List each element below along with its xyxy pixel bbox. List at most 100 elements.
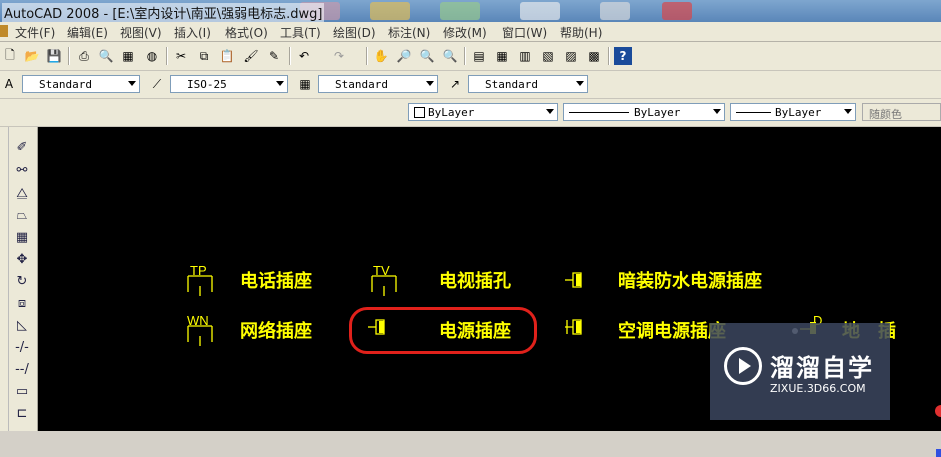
3d-dwf-icon[interactable]: ◍ — [143, 47, 161, 65]
mleader-style-icon[interactable]: ↗ — [446, 75, 464, 93]
properties-icon[interactable]: ▤ — [470, 47, 488, 65]
tv-symbol-text: TV — [373, 263, 390, 278]
window-title: AutoCAD 2008 - [E:\室内设计\南亚\强弱电标志.dwg] — [2, 3, 325, 22]
separator — [608, 47, 610, 65]
move-icon[interactable]: ✥ — [12, 249, 32, 269]
array-icon[interactable]: ▦ — [12, 227, 32, 247]
copy-object-icon[interactable]: ⚯ — [12, 160, 32, 180]
mirror-icon[interactable]: ⧋ — [12, 183, 32, 203]
menu-format[interactable]: 格式(O) — [225, 24, 268, 41]
plotstyle-select[interactable]: 随颜色 — [862, 103, 941, 121]
watermark-title: 溜溜自学 — [770, 354, 874, 382]
app-icon[interactable] — [0, 25, 8, 37]
rotate-icon[interactable]: ↻ — [12, 271, 32, 291]
taskbar-blob — [662, 2, 692, 20]
mleader-style-value: Standard — [485, 78, 538, 91]
zoom-realtime-icon[interactable]: 🔎 — [395, 47, 413, 65]
calculator-icon[interactable]: ▩ — [585, 47, 603, 65]
dim-style-value: ISO-25 — [187, 78, 227, 91]
plot-preview-icon[interactable]: 🔍 — [97, 47, 115, 65]
sheet-set-icon[interactable]: ▧ — [539, 47, 557, 65]
offset-icon[interactable]: ⏢ — [12, 205, 32, 225]
scale-icon[interactable]: ⧈ — [12, 293, 32, 313]
label-tv-outlet: 电视插孔 — [439, 271, 511, 292]
phone-symbol-text: TP — [190, 263, 207, 278]
join-icon[interactable]: ⊏ — [12, 403, 32, 423]
table-style-icon[interactable]: ▦ — [296, 75, 314, 93]
text-style-select[interactable]: Standard — [22, 75, 140, 93]
zoom-window-icon[interactable]: 🔍 — [418, 47, 436, 65]
copy-icon[interactable]: ⧉ — [195, 47, 213, 65]
help-icon[interactable]: ? — [614, 47, 632, 65]
watermark: 溜溜自学 ZIXUE.3D66.COM — [710, 323, 890, 420]
chevron-down-icon — [128, 81, 136, 86]
tool-palettes-icon[interactable]: ▥ — [516, 47, 534, 65]
menu-draw[interactable]: 绘图(D) — [333, 24, 376, 41]
tv-outlet-symbol: TV — [371, 263, 397, 296]
waterproof-outlet-symbol — [565, 272, 582, 288]
erase-icon[interactable]: ✐ — [12, 137, 32, 157]
chevron-down-icon — [276, 81, 284, 86]
network-symbol-text: WN — [187, 313, 209, 328]
undo-icon[interactable]: ↶ — [295, 47, 313, 65]
lineweight-select[interactable]: ByLayer — [730, 103, 856, 121]
markup-icon[interactable]: ▨ — [562, 47, 580, 65]
menu-file[interactable]: 文件(F) — [15, 24, 55, 41]
color-value: ByLayer — [428, 106, 475, 119]
linetype-value: ByLayer — [634, 106, 681, 119]
menu-edit[interactable]: 编辑(E) — [67, 24, 108, 41]
text-style-value: Standard — [39, 78, 92, 91]
text-style-icon[interactable]: A — [0, 75, 18, 93]
zoom-previous-icon[interactable]: 🔍 — [441, 47, 459, 65]
standard-toolbar: 🗋 📂 💾 ⎙ 🔍 ▦ ◍ ✂ ⧉ 📋 🖌 ✎ ↶ ↷ ✋ 🔎 🔍 🔍 ▤ ▦ … — [0, 42, 941, 71]
separator — [366, 47, 368, 65]
break-icon[interactable]: ▭ — [12, 381, 32, 401]
pan-icon[interactable]: ✋ — [372, 47, 390, 65]
power-outlet-symbol — [368, 319, 385, 335]
cut-icon[interactable]: ✂ — [172, 47, 190, 65]
publish-icon[interactable]: ▦ — [119, 47, 137, 65]
taskbar-blob — [440, 2, 480, 20]
offscreen-red-object — [935, 405, 941, 417]
draw-toolbar-edge — [0, 127, 9, 431]
dim-style-icon[interactable]: ⟋ — [148, 75, 166, 93]
stretch-icon[interactable]: ◺ — [12, 315, 32, 335]
play-icon — [724, 347, 762, 385]
ac-outlet-symbol — [565, 319, 582, 335]
label-power-outlet: 电源插座 — [439, 321, 511, 342]
save-icon[interactable]: 💾 — [45, 47, 63, 65]
menu-tools[interactable]: 工具(T) — [280, 24, 321, 41]
separator — [68, 47, 70, 65]
dim-style-select[interactable]: ISO-25 — [170, 75, 288, 93]
menu-view[interactable]: 视图(V) — [120, 24, 162, 41]
mleader-style-select[interactable]: Standard — [468, 75, 588, 93]
block-editor-icon[interactable]: ✎ — [265, 47, 283, 65]
modify-toolbar: ✐ ⚯ ⧋ ⏢ ▦ ✥ ↻ ⧈ ◺ -/- --/ ▭ ⊏ — [0, 127, 38, 431]
separator — [166, 47, 168, 65]
chevron-down-icon — [426, 81, 434, 86]
chevron-down-icon — [576, 81, 584, 86]
match-properties-icon[interactable]: 🖌 — [242, 47, 260, 65]
print-icon[interactable]: ⎙ — [75, 47, 93, 65]
design-center-icon[interactable]: ▦ — [493, 47, 511, 65]
color-select[interactable]: ByLayer — [408, 103, 558, 121]
menu-insert[interactable]: 插入(I) — [174, 24, 211, 41]
paste-icon[interactable]: 📋 — [218, 47, 236, 65]
linetype-select[interactable]: ByLayer — [563, 103, 725, 121]
new-icon[interactable]: 🗋 — [1, 47, 19, 65]
network-outlet-symbol: WN — [187, 313, 213, 346]
menu-modify[interactable]: 修改(M) — [443, 24, 487, 41]
menu-window[interactable]: 窗口(W) — [502, 24, 547, 41]
redo-icon[interactable]: ↷ — [330, 47, 348, 65]
label-phone-outlet: 电话插座 — [240, 271, 312, 292]
lineweight-value: ByLayer — [775, 106, 822, 119]
menu-bar: 文件(F) 编辑(E) 视图(V) 插入(I) 格式(O) 工具(T) 绘图(D… — [0, 22, 941, 42]
menu-dimension[interactable]: 标注(N) — [388, 24, 430, 41]
menu-help[interactable]: 帮助(H) — [560, 24, 602, 41]
extend-icon[interactable]: --/ — [12, 359, 32, 379]
table-style-select[interactable]: Standard — [318, 75, 438, 93]
trim-icon[interactable]: -/- — [12, 337, 32, 357]
watermark-url: ZIXUE.3D66.COM — [770, 382, 866, 395]
taskbar-blob — [370, 2, 410, 20]
open-icon[interactable]: 📂 — [23, 47, 41, 65]
